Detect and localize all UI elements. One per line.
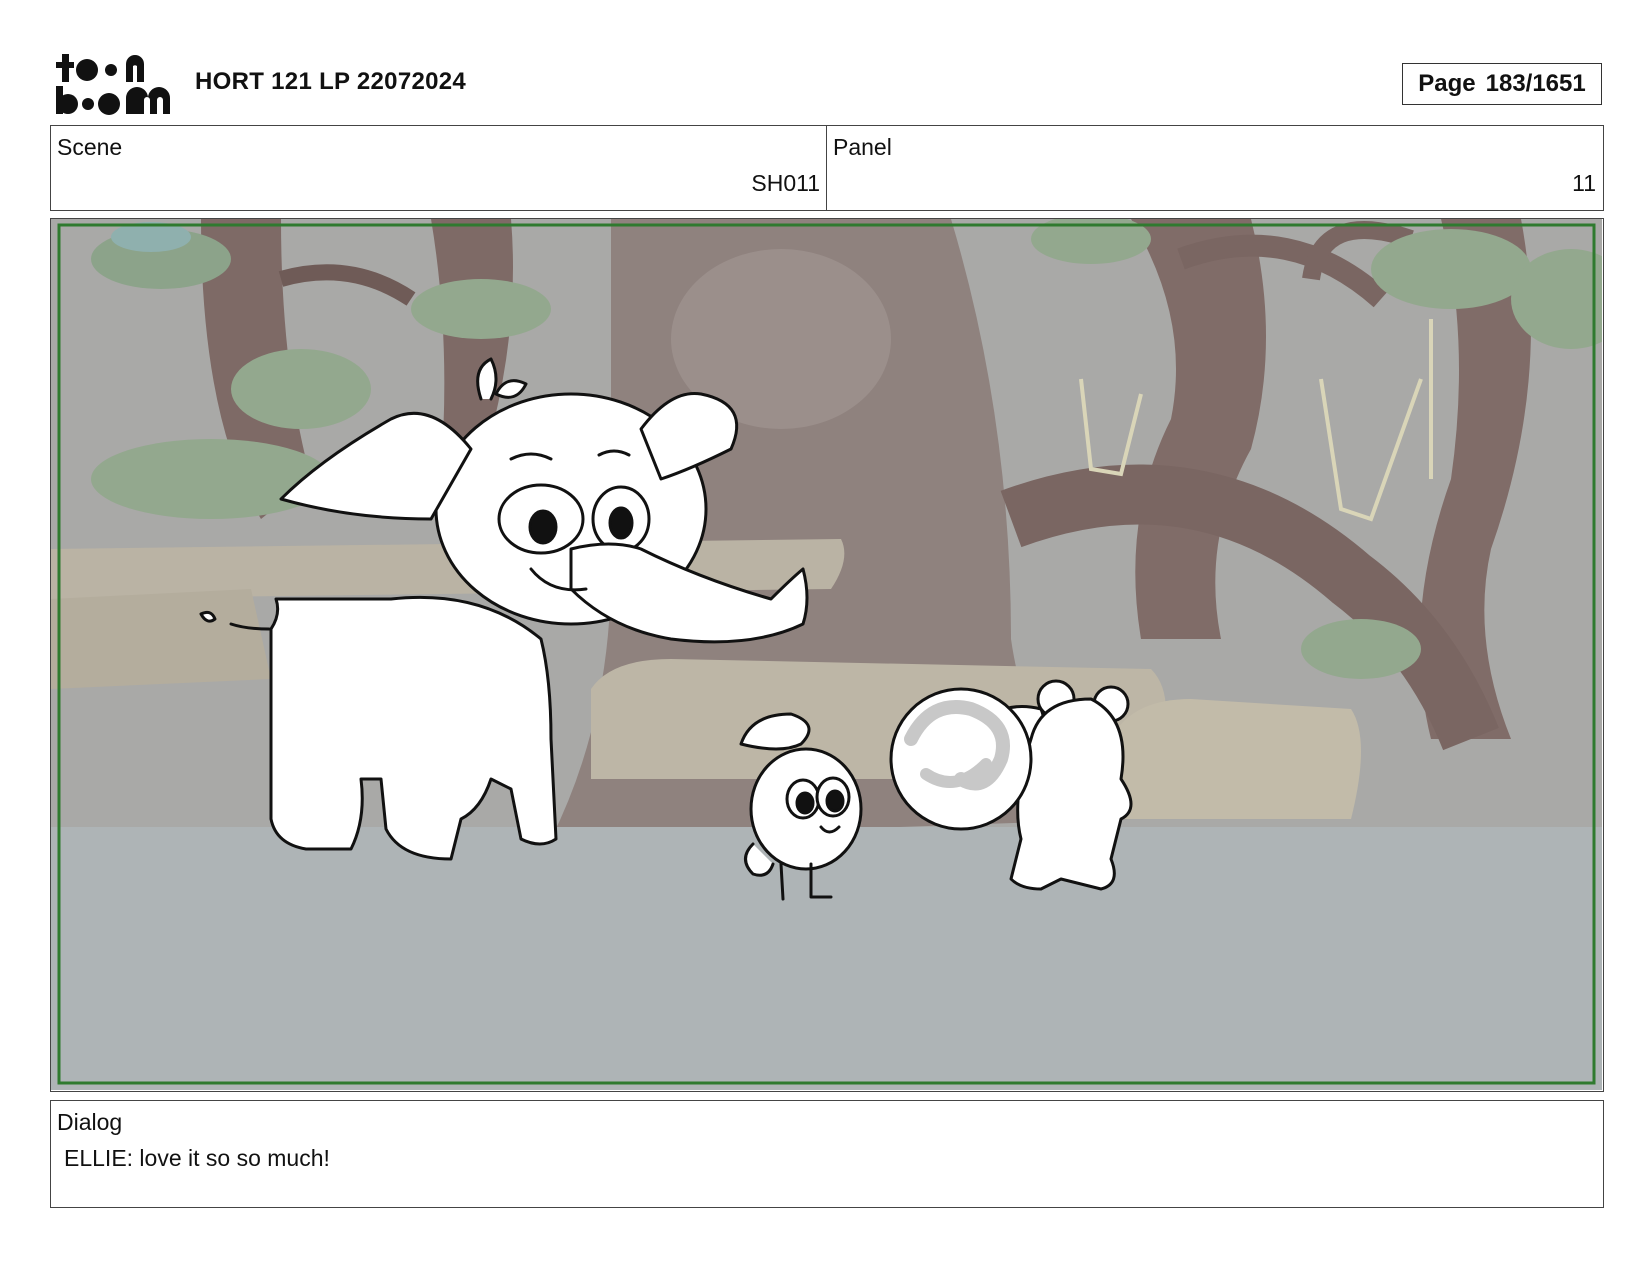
page-label: Page (1418, 70, 1476, 97)
page-number: 183/1651 (1485, 70, 1586, 97)
dialog-box: Dialog ELLIE: love it so so much! (50, 1100, 1604, 1208)
scene-label: Scene (57, 134, 123, 160)
toon-boom-logo (56, 54, 170, 115)
dialog-label: Dialog (57, 1109, 123, 1135)
panel-label: Panel (833, 134, 892, 160)
scene-illustration (51, 219, 1602, 1090)
panel-value: 11 (1572, 170, 1596, 196)
page-indicator: Page 183/1651 (1402, 63, 1602, 105)
scene-panel-row: Scene SH011 Panel 11 (50, 125, 1604, 211)
panel-cell: Panel 11 (827, 126, 1602, 210)
project-title: HORT 121 LP 22072024 (195, 68, 467, 95)
storyboard-panel-image (50, 218, 1604, 1092)
dialog-text: ELLIE: love it so so much! (64, 1145, 330, 1171)
scene-cell: Scene SH011 (51, 126, 827, 210)
scene-value: SH011 (751, 170, 820, 196)
